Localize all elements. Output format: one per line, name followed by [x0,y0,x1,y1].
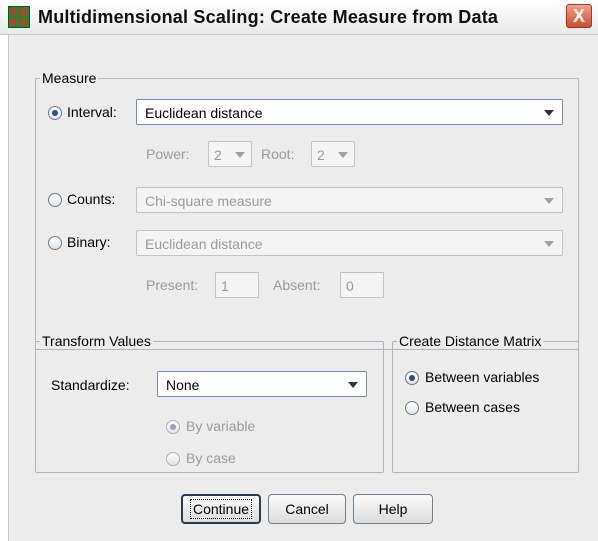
counts-measure-select[interactable]: Chi-square measure [136,187,563,213]
continue-button[interactable]: Continue [181,494,261,524]
create-distance-matrix-legend: Create Distance Matrix [399,333,542,349]
help-button[interactable]: Help [353,494,433,524]
binary-radio[interactable] [48,236,62,250]
between-cases-label: Between cases [425,399,520,415]
absent-field[interactable]: 0 [340,272,384,298]
power-label: Power: [146,146,190,162]
interval-label: Interval: [67,104,117,120]
present-value: 1 [221,278,229,294]
interval-measure-value: Euclidean distance [145,105,263,121]
power-select[interactable]: 2 [208,141,252,167]
between-variables-label: Between variables [425,369,540,385]
chevron-down-icon [348,382,358,388]
chevron-down-icon [544,110,554,116]
by-variable-radio[interactable] [166,420,180,434]
by-variable-label: By variable [186,418,256,434]
transform-values-legend: Transform Values [42,333,151,349]
present-field[interactable]: 1 [215,272,259,298]
binary-label: Binary: [67,234,111,250]
between-variables-radio[interactable] [405,371,419,385]
chevron-down-icon [235,152,245,158]
counts-measure-value: Chi-square measure [145,193,272,209]
root-label: Root: [261,146,295,162]
window-title: Multidimensional Scaling: Create Measure… [38,7,499,27]
counts-label: Counts: [67,191,116,207]
between-cases-radio[interactable] [405,401,419,415]
binary-measure-select[interactable]: Euclidean distance [136,230,563,256]
by-case-label: By case [186,450,236,466]
chevron-down-icon [338,152,348,158]
interval-measure-select[interactable]: Euclidean distance [136,99,563,125]
standardize-value: None [166,377,200,393]
root-value: 2 [317,147,325,163]
by-case-radio[interactable] [166,452,180,466]
absent-value: 0 [346,278,354,294]
spss-app-icon [8,6,30,28]
standardize-label: Standardize: [51,377,130,393]
chevron-down-icon [544,198,554,204]
close-button[interactable]: X [566,4,592,28]
chevron-down-icon [544,241,554,247]
interval-radio[interactable] [48,106,62,120]
root-select[interactable]: 2 [311,141,355,167]
cancel-button[interactable]: Cancel [268,494,346,524]
standardize-select[interactable]: None [157,371,367,397]
title-bar: Multidimensional Scaling: Create Measure… [0,0,598,35]
absent-label: Absent: [273,277,321,293]
present-label: Present: [146,277,199,293]
binary-measure-value: Euclidean distance [145,236,263,252]
dialog-body: Measure Interval: Euclidean distance Pow… [8,35,598,541]
measure-legend: Measure [42,70,97,86]
power-value: 2 [214,147,222,163]
continue-button-label: Continue [189,499,253,519]
counts-radio[interactable] [48,193,62,207]
